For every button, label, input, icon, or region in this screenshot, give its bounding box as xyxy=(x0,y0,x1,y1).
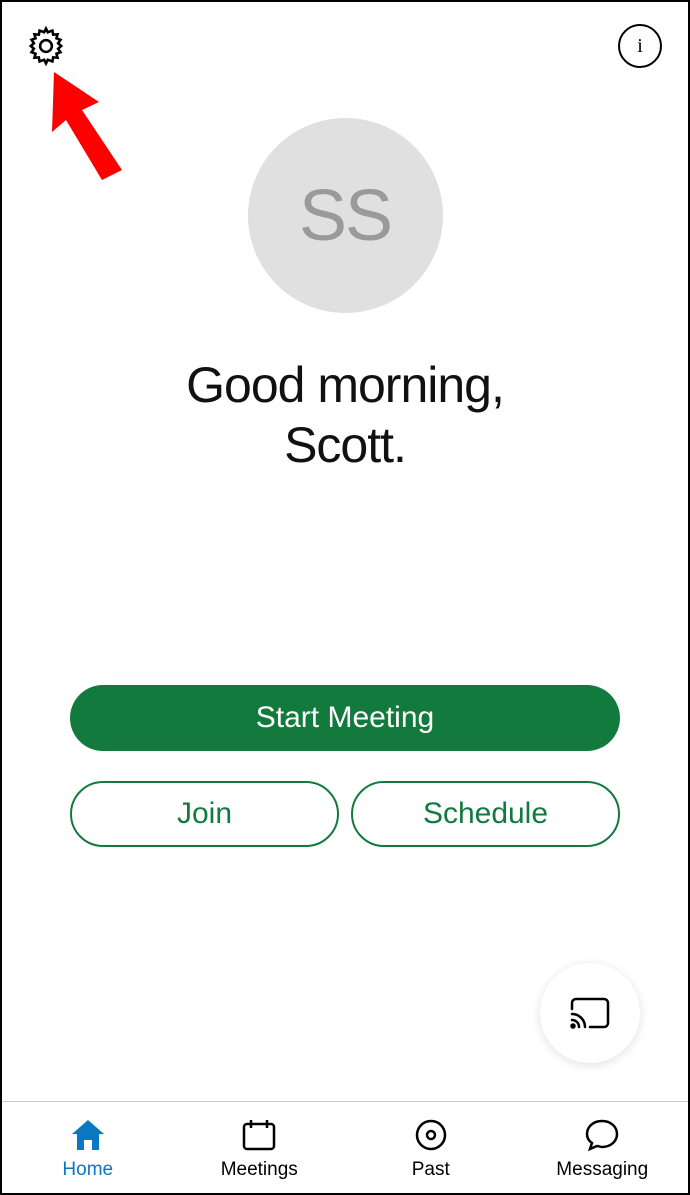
tab-label-home: Home xyxy=(62,1159,113,1181)
info-icon: i xyxy=(637,35,643,58)
tab-label-messaging: Messaging xyxy=(556,1159,648,1181)
join-button[interactable]: Join xyxy=(70,781,339,847)
tab-label-past: Past xyxy=(412,1159,450,1181)
info-button[interactable]: i xyxy=(618,24,662,68)
action-buttons: Start Meeting Join Schedule xyxy=(2,685,688,847)
calendar-icon xyxy=(240,1115,278,1155)
greeting-line-1: Good morning, xyxy=(186,355,504,415)
cast-icon xyxy=(569,996,611,1030)
main-content: SS Good morning, Scott. Start Meeting Jo… xyxy=(2,68,688,1101)
avatar[interactable]: SS xyxy=(248,118,443,313)
tab-meetings[interactable]: Meetings xyxy=(174,1102,346,1193)
tab-past[interactable]: Past xyxy=(345,1102,517,1193)
gear-icon xyxy=(24,24,68,68)
tab-home[interactable]: Home xyxy=(2,1102,174,1193)
home-icon xyxy=(68,1115,108,1155)
tab-messaging[interactable]: Messaging xyxy=(517,1102,689,1193)
tab-label-meetings: Meetings xyxy=(221,1159,298,1181)
settings-button[interactable] xyxy=(24,24,68,68)
tab-bar: Home Meetings Past Messaging xyxy=(2,1101,688,1193)
greeting-line-2: Scott. xyxy=(186,415,504,475)
record-icon xyxy=(413,1115,449,1155)
start-meeting-button[interactable]: Start Meeting xyxy=(70,685,620,751)
header: i xyxy=(2,2,688,68)
greeting-text: Good morning, Scott. xyxy=(186,355,504,475)
chat-icon xyxy=(583,1115,621,1155)
avatar-initials: SS xyxy=(299,175,391,257)
schedule-button[interactable]: Schedule xyxy=(351,781,620,847)
cast-button[interactable] xyxy=(540,963,640,1063)
